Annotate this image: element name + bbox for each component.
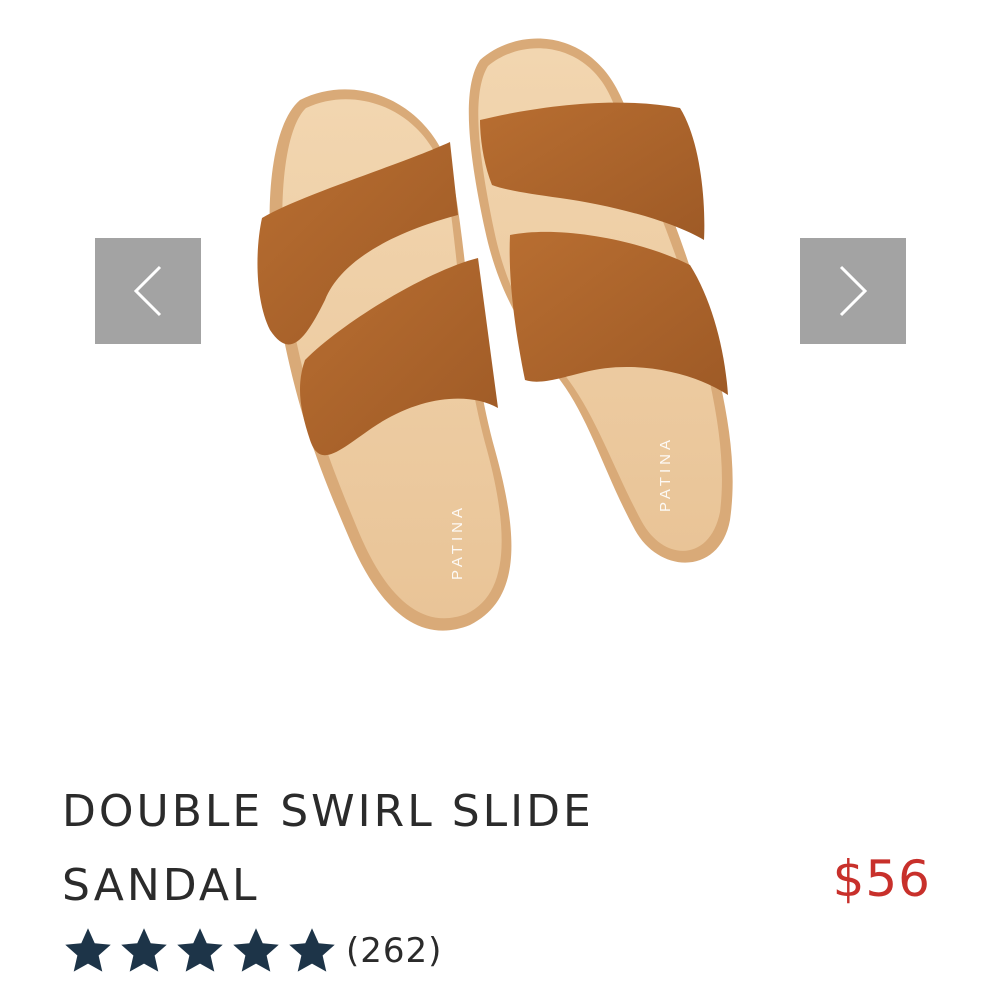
star-icon bbox=[233, 928, 279, 972]
review-count[interactable]: (262) bbox=[346, 931, 442, 971]
right-sandal-brand-imprint: PATINA bbox=[657, 436, 674, 512]
chevron-left-icon bbox=[133, 265, 162, 317]
product-gallery: PATINA PATINA bbox=[0, 0, 999, 720]
star-icon bbox=[65, 928, 111, 972]
product-image: PATINA PATINA bbox=[257, 38, 733, 631]
product-rating[interactable]: (262) bbox=[62, 925, 442, 977]
previous-image-button[interactable] bbox=[95, 238, 201, 344]
product-price: $56 bbox=[832, 850, 931, 908]
star-icon bbox=[289, 928, 335, 972]
star-icon bbox=[121, 928, 167, 972]
right-sandal: PATINA bbox=[468, 38, 733, 563]
star-icon bbox=[177, 928, 223, 972]
next-image-button[interactable] bbox=[800, 238, 906, 344]
product-title-line1: DOUBLE SWIRL SLIDE bbox=[62, 786, 594, 837]
left-sandal-brand-imprint: PATINA bbox=[449, 504, 466, 580]
chevron-right-icon bbox=[839, 265, 868, 317]
product-title-line2: SANDAL bbox=[62, 860, 260, 911]
product-title: DOUBLE SWIRL SLIDE SANDAL bbox=[62, 775, 702, 923]
left-sandal: PATINA bbox=[257, 89, 512, 631]
rating-stars bbox=[62, 925, 338, 977]
